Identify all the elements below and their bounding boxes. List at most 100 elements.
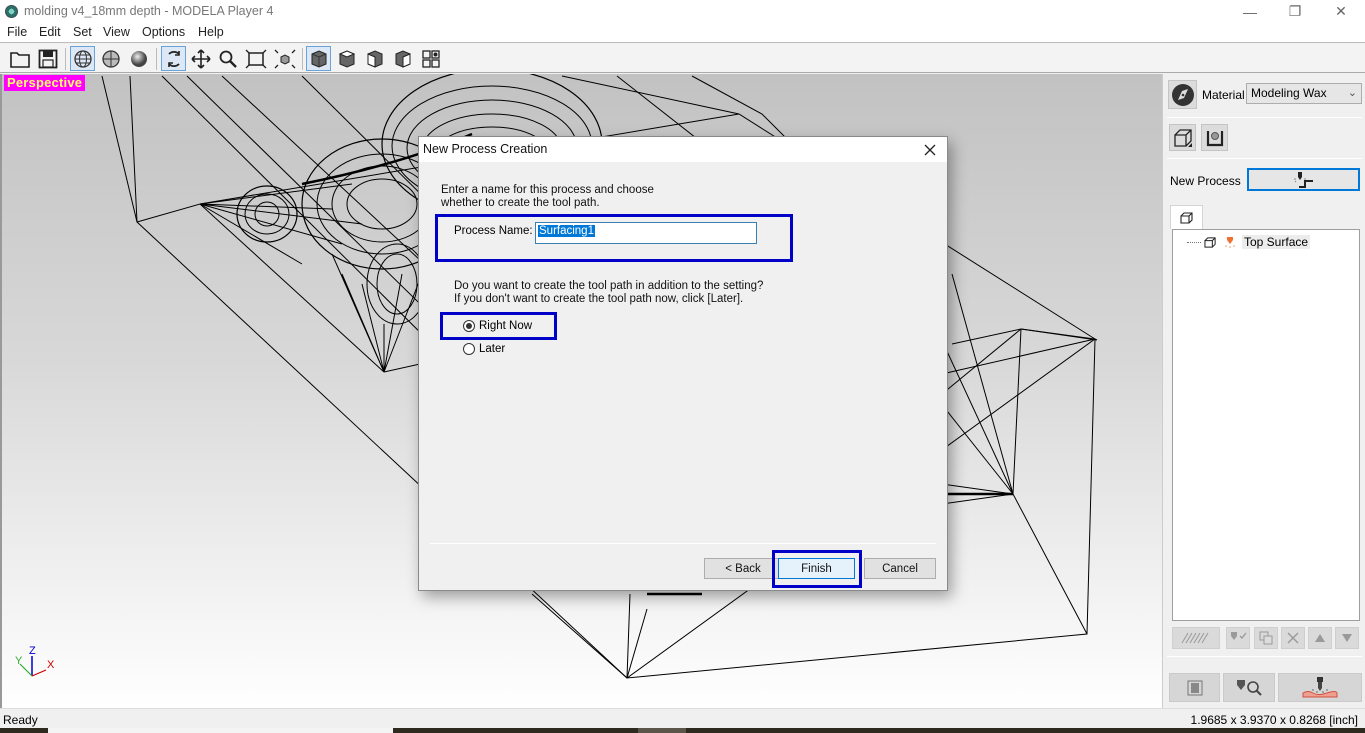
tool-search-icon — [1237, 679, 1262, 696]
radio-later-label: Later — [479, 343, 506, 355]
axis-z-label: Z — [29, 645, 36, 657]
cube-icon — [1179, 212, 1193, 224]
panel-separator — [1167, 656, 1362, 657]
delete-process-button[interactable] — [1281, 627, 1305, 649]
copy-icon — [1259, 631, 1273, 645]
minimize-button[interactable]: — — [1227, 0, 1273, 23]
pan-icon — [190, 48, 211, 69]
dialog-intro-text: Enter a name for this process and choose… — [441, 184, 741, 210]
preview-frame-icon — [1187, 680, 1202, 695]
surface-setting-button[interactable] — [1172, 627, 1220, 649]
zoom-button[interactable] — [215, 46, 240, 71]
process-name-value: Surfacing1 — [538, 225, 595, 237]
intro-line: Enter a name for this process and choose — [441, 184, 654, 196]
new-process-dialog: New Process Creation Enter a name for th… — [418, 136, 948, 591]
material-value: Modeling Wax — [1251, 86, 1327, 100]
taskbar-item[interactable] — [48, 728, 393, 733]
toolbar-separator — [302, 48, 303, 70]
process-name-label: Process Name: — [454, 225, 533, 237]
top-view-icon — [338, 49, 355, 68]
menu-view[interactable]: View — [103, 25, 130, 39]
arrow-up-icon — [1315, 634, 1325, 642]
radio-later[interactable]: Later — [463, 343, 505, 355]
new-process-button[interactable] — [1247, 168, 1360, 191]
dialog-title: New Process Creation — [423, 142, 548, 156]
menu-bar: File Edit Set View Options Help — [0, 23, 1365, 43]
preview-button[interactable] — [1169, 673, 1220, 702]
maximize-button[interactable]: ❐ — [1272, 0, 1318, 23]
dialog-question-text: Do you want to create the tool path in a… — [454, 280, 763, 306]
copy-process-button[interactable] — [1254, 627, 1278, 649]
save-button[interactable] — [35, 46, 60, 71]
cutting-tool-icon — [1225, 236, 1235, 247]
cut-button[interactable] — [1278, 673, 1362, 702]
zoom-object-button[interactable] — [272, 46, 297, 71]
base-setting-button[interactable] — [1201, 124, 1228, 151]
taskbar-strip — [0, 728, 1365, 733]
box-icon — [1173, 128, 1192, 147]
fit-window-button[interactable] — [243, 46, 268, 71]
pan-button[interactable] — [188, 46, 213, 71]
tab-model[interactable] — [1170, 205, 1203, 229]
material-select[interactable]: Modeling Wax ⌄ — [1246, 83, 1362, 104]
side-view-button[interactable] — [390, 46, 415, 71]
tool-check-button[interactable] — [1226, 627, 1250, 649]
title-bar: molding v4_18mm depth - MODELA Player 4 … — [0, 0, 1365, 23]
radio-button-selected[interactable] — [463, 320, 475, 332]
open-folder-icon — [9, 51, 30, 68]
axis-x-label: X — [47, 659, 55, 671]
axis-y-label: Y — [15, 655, 23, 667]
tool-path-preview-button[interactable] — [1223, 673, 1275, 702]
material-settings-button[interactable] — [1168, 80, 1197, 109]
chevron-down-icon: ⌄ — [1347, 87, 1357, 99]
perspective-view-button[interactable] — [306, 46, 331, 71]
menu-help[interactable]: Help — [198, 25, 224, 39]
model-size-button[interactable] — [1169, 124, 1196, 151]
front-view-icon — [367, 49, 382, 68]
toolbar — [0, 44, 1365, 73]
rotate-icon — [167, 50, 180, 67]
menu-file[interactable]: File — [7, 25, 27, 39]
rotate-button[interactable] — [161, 46, 186, 71]
close-button[interactable]: ✕ — [1318, 0, 1364, 23]
menu-options[interactable]: Options — [142, 25, 185, 39]
menu-set[interactable]: Set — [73, 25, 92, 39]
material-label: Material — [1202, 88, 1245, 102]
axis-indicator: Z Y X — [15, 645, 55, 677]
back-button[interactable]: < Back — [704, 558, 782, 579]
delete-icon — [1287, 632, 1299, 644]
perspective-view-icon — [311, 49, 326, 68]
polygon-view-button[interactable] — [98, 46, 123, 71]
finish-button[interactable]: Finish — [778, 558, 855, 579]
app-icon — [5, 5, 18, 18]
radio-button[interactable] — [463, 343, 475, 355]
question-line: Do you want to create the tool path in a… — [454, 280, 764, 292]
status-text: Ready — [3, 713, 38, 727]
question-line: If you don't want to create the tool pat… — [454, 293, 744, 305]
front-view-button[interactable] — [362, 46, 387, 71]
move-down-button[interactable] — [1335, 627, 1359, 649]
dialog-separator — [430, 543, 936, 544]
top-view-button[interactable] — [334, 46, 359, 71]
status-bar: Ready 1.9685 x 3.9370 x 0.8268 [inch] — [0, 708, 1365, 728]
radio-right-now[interactable]: Right Now — [463, 320, 532, 332]
multi-view-button[interactable] — [418, 46, 443, 71]
tree-connector — [1187, 241, 1201, 243]
process-tree[interactable]: Top Surface — [1172, 229, 1360, 621]
dialog-title-bar[interactable]: New Process Creation — [419, 137, 947, 162]
wireframe-view-button[interactable] — [70, 46, 95, 71]
taskbar-item[interactable] — [638, 728, 686, 733]
move-up-button[interactable] — [1308, 627, 1332, 649]
cancel-button[interactable]: Cancel — [864, 558, 936, 579]
open-button[interactable] — [7, 46, 32, 71]
process-name-input[interactable]: Surfacing1 — [535, 222, 757, 244]
cavity-icon — [1206, 130, 1223, 146]
shaded-view-button[interactable] — [126, 46, 151, 71]
window-title: molding v4_18mm depth - MODELA Player 4 — [24, 4, 274, 18]
dialog-close-button[interactable] — [919, 139, 941, 161]
tree-item-top-surface[interactable]: Top Surface — [1187, 235, 1311, 249]
menu-edit[interactable]: Edit — [39, 25, 61, 39]
wireframe-view-icon — [73, 49, 92, 68]
radio-right-now-label: Right Now — [479, 320, 533, 332]
zoom-icon — [219, 50, 237, 68]
